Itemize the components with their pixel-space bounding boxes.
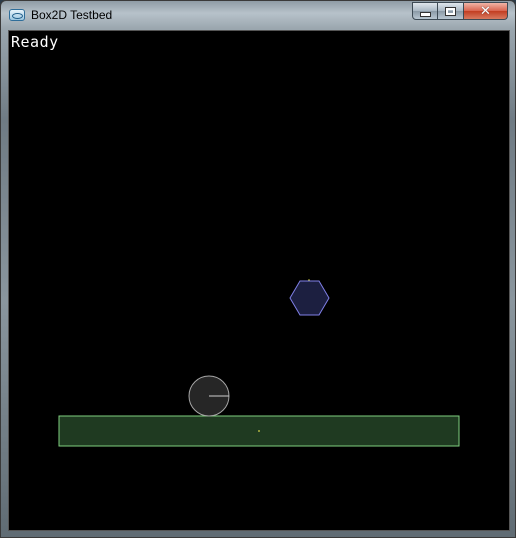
minimize-icon [419,11,431,17]
title-bar[interactable]: Box2D Testbed ✕ [1,1,515,29]
ground-center-marker [258,430,260,432]
close-icon: ✕ [480,3,491,19]
physics-scene [58,279,460,447]
application-window: Box2D Testbed ✕ Ready [0,0,516,538]
caption-buttons: ✕ [412,2,508,20]
close-button[interactable]: ✕ [464,2,508,20]
simulation-canvas[interactable]: Ready [8,30,510,531]
window-title: Box2D Testbed [31,8,113,22]
hexagon-body [289,280,330,316]
minimize-button[interactable] [412,2,438,20]
maximize-icon [445,6,456,16]
maximize-button[interactable] [438,2,464,20]
hexagon-center-marker [308,279,310,281]
app-icon[interactable] [9,9,25,21]
